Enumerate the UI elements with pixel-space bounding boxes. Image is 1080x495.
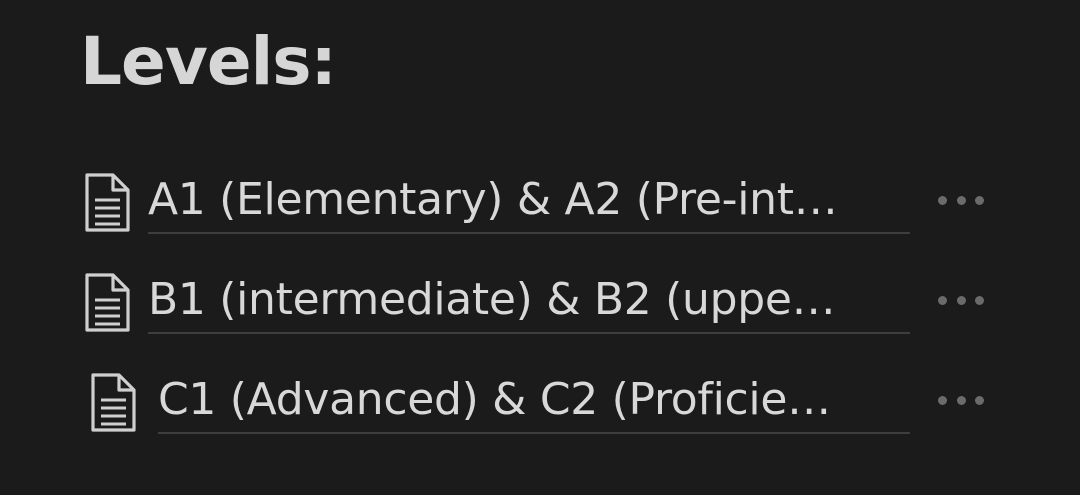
document-icon [85, 273, 130, 332]
page-link-row[interactable]: B1 (intermediate) & B2 (uppe… [82, 260, 1002, 334]
document-icon [91, 373, 136, 432]
page-heading: Levels: [80, 23, 337, 100]
page-link-row[interactable]: A1 (Elementary) & A2 (Pre-int… [82, 160, 1002, 234]
page-link-title[interactable]: A1 (Elementary) & A2 (Pre-int… [148, 170, 910, 234]
page: Levels: A1 (Elementary) & A2 (Pre-int… B… [0, 0, 1080, 495]
page-link-title[interactable]: C1 (Advanced) & C2 (Proficie… [158, 370, 910, 434]
document-icon [85, 173, 130, 232]
page-link-title[interactable]: B1 (intermediate) & B2 (uppe… [148, 270, 910, 334]
page-link-row[interactable]: C1 (Advanced) & C2 (Proficie… [82, 360, 1002, 434]
more-options-icon[interactable] [938, 180, 984, 220]
more-options-icon[interactable] [938, 280, 984, 320]
more-options-icon[interactable] [938, 380, 984, 420]
